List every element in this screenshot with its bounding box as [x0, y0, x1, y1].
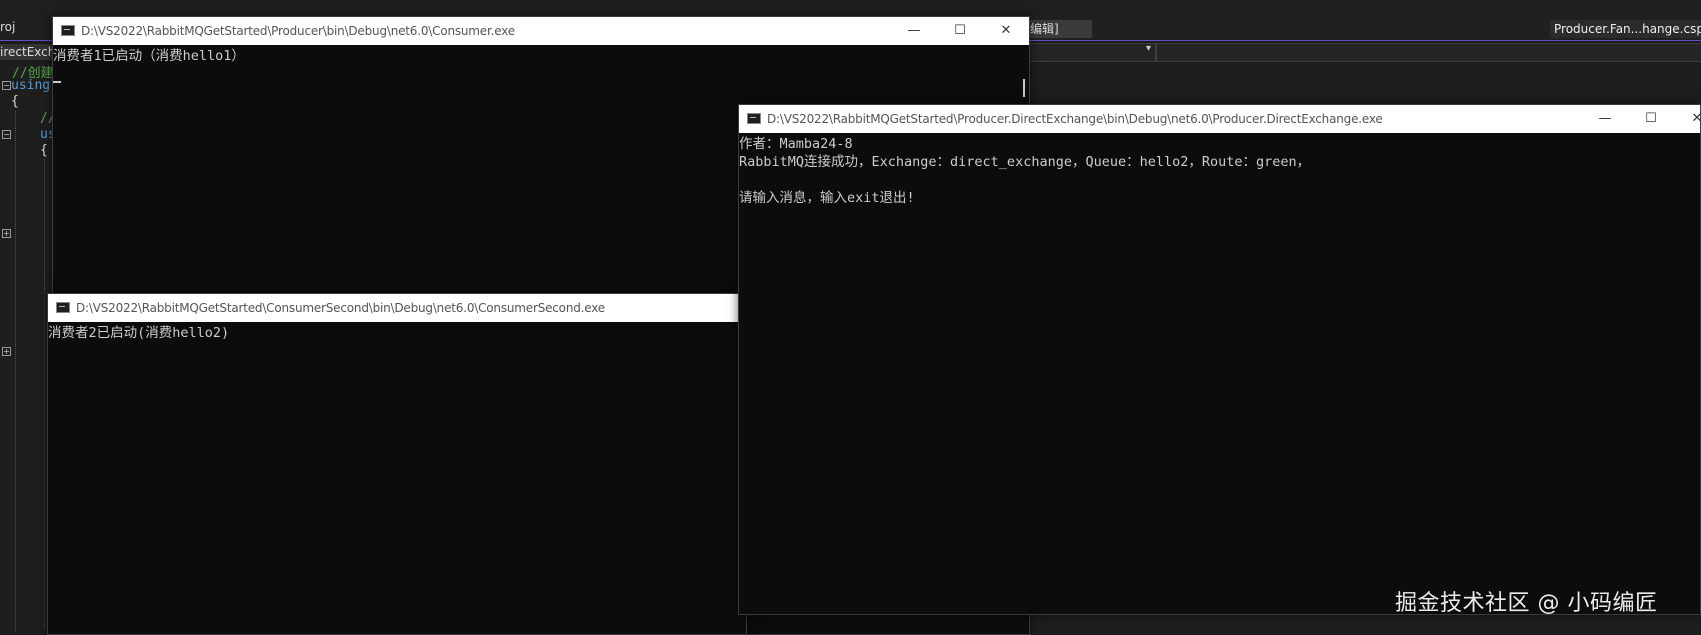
scrollbar-thumb[interactable] [1023, 79, 1025, 97]
close-button[interactable]: ✕ [983, 17, 1029, 45]
consumer-second-console-window[interactable]: D:\VS2022\RabbitMQGetStarted\ConsumerSec… [47, 293, 747, 635]
console-line: 请输入消息，输入exit退出! [739, 190, 915, 206]
maximize-button[interactable]: ☐ [937, 17, 983, 45]
window-title: D:\VS2022\RabbitMQGetStarted\ConsumerSec… [76, 301, 605, 315]
vs-code-editor-left: //创建 − using { // − us { + + [0, 63, 56, 635]
console-line: 消费者1已启动（消费hello1） [53, 48, 245, 64]
fold-collapse-icon[interactable]: − [2, 81, 11, 90]
window-titlebar[interactable]: D:\VS2022\RabbitMQGetStarted\Producer\bi… [53, 17, 1029, 45]
code-brace: { [11, 94, 19, 109]
text-cursor [53, 81, 61, 83]
console-app-icon [747, 113, 761, 124]
close-button[interactable]: ✕ [1674, 105, 1701, 133]
vs-nav-member-dropdown[interactable] [1156, 43, 1701, 62]
console-app-icon [61, 25, 75, 36]
vs-tab-editing[interactable]: 编辑] [1026, 20, 1092, 38]
code-brace-2: { [40, 143, 48, 158]
window-title: D:\VS2022\RabbitMQGetStarted\Producer.Di… [767, 112, 1383, 126]
vs-tab-producer-fanout-csproj[interactable]: Producer.Fan...hange.cspro [1550, 20, 1701, 38]
fold-collapse-icon[interactable]: − [2, 130, 11, 139]
vs-nav-type-dropdown[interactable]: ▾ [1028, 43, 1156, 62]
fold-expand-icon[interactable]: + [2, 229, 11, 238]
watermark: 掘金技术社区 @ 小码编匠 [1395, 591, 1658, 616]
console-output[interactable]: 作者：Mamba24-8 RabbitMQ连接成功，Exchange：direc… [739, 133, 1700, 614]
window-title: D:\VS2022\RabbitMQGetStarted\Producer\bi… [81, 24, 515, 38]
chevron-down-icon: ▾ [1145, 43, 1151, 54]
console-line: RabbitMQ连接成功，Exchange：direct_exchange，Qu… [739, 154, 1311, 170]
minimize-button[interactable]: — [1582, 105, 1628, 133]
vs-nav-project-dropdown[interactable]: irectExch [0, 44, 52, 60]
maximize-button[interactable]: ☐ [1628, 105, 1674, 133]
console-line: 消费者2已启动(消费hello2) [48, 325, 230, 341]
window-titlebar[interactable]: D:\VS2022\RabbitMQGetStarted\Producer.Di… [739, 105, 1701, 133]
indent-guide [44, 159, 45, 629]
minimize-button[interactable]: — [891, 17, 937, 45]
vs-tab-project[interactable]: roj [0, 20, 15, 34]
producer-console-window[interactable]: D:\VS2022\RabbitMQGetStarted\Producer.Di… [738, 104, 1701, 615]
indent-guide [15, 111, 16, 631]
fold-expand-icon[interactable]: + [2, 347, 11, 356]
code-keyword-using: using [11, 78, 51, 93]
console-line: 作者：Mamba24-8 [739, 136, 853, 152]
console-app-icon [56, 302, 70, 313]
console-output[interactable]: 消费者2已启动(消费hello2) [48, 322, 746, 634]
window-titlebar[interactable]: D:\VS2022\RabbitMQGetStarted\ConsumerSec… [48, 294, 746, 322]
console-cursor-line [53, 65, 1029, 83]
